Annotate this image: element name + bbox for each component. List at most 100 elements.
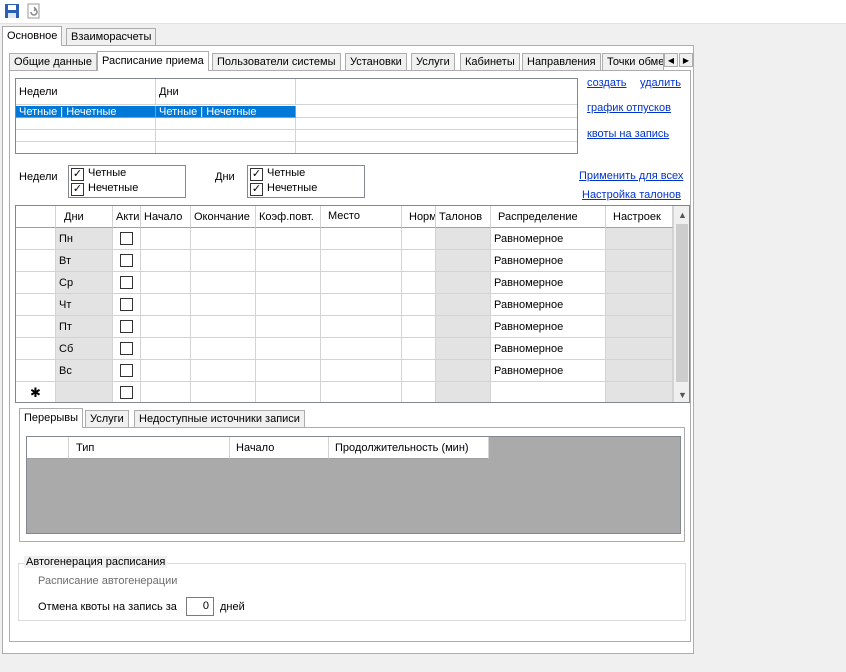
col-header-end[interactable]: Окончание xyxy=(191,206,256,228)
norm-cell[interactable] xyxy=(402,360,436,382)
end-cell[interactable] xyxy=(191,250,256,272)
weeks-odd-checkbox[interactable]: ✓ xyxy=(71,183,84,196)
quota-cancel-input[interactable]: 0 xyxy=(186,597,214,616)
start-cell[interactable] xyxy=(141,228,191,250)
new-row-day-cell[interactable] xyxy=(56,382,113,402)
start-cell[interactable] xyxy=(141,360,191,382)
active-checkbox[interactable] xyxy=(120,232,133,245)
tab-unavailable-sources[interactable]: Недоступные источники записи xyxy=(134,410,305,428)
new-row-active-checkbox[interactable] xyxy=(120,386,133,399)
ticket-settings-link[interactable]: Настройка талонов xyxy=(582,189,681,201)
breaks-col-type[interactable]: Тип xyxy=(69,437,230,459)
refresh-icon[interactable] xyxy=(26,3,44,21)
norm-cell[interactable] xyxy=(402,228,436,250)
distribution-cell[interactable]: Равномерное xyxy=(491,272,606,294)
active-cell[interactable] xyxy=(113,272,141,294)
place-cell[interactable] xyxy=(321,250,402,272)
col-header-days[interactable]: Дни xyxy=(156,79,296,105)
active-checkbox[interactable] xyxy=(120,254,133,267)
day-cell[interactable]: Чт xyxy=(56,294,113,316)
vacation-schedule-link[interactable]: график отпусков xyxy=(587,102,671,114)
col-header-norm[interactable]: Норм xyxy=(402,206,436,228)
scroll-down-icon[interactable]: ▼ xyxy=(674,386,689,402)
repeat-coef-cell[interactable] xyxy=(256,294,321,316)
place-cell[interactable] xyxy=(321,316,402,338)
row-weeks-value[interactable]: Четные | Нечетные xyxy=(16,106,156,118)
tab-scroll-right-icon[interactable]: ▶ xyxy=(679,53,693,67)
norm-cell[interactable] xyxy=(402,294,436,316)
tab-scroll-left-icon[interactable]: ◀ xyxy=(664,53,678,67)
tab-general-data[interactable]: Общие данные xyxy=(9,53,97,71)
save-icon[interactable] xyxy=(4,3,22,21)
schedule-scrollbar[interactable]: ▲ ▼ xyxy=(673,206,689,402)
row-header-cell[interactable] xyxy=(16,338,56,360)
breaks-col-duration[interactable]: Продолжительность (мин) xyxy=(329,437,489,459)
start-cell[interactable] xyxy=(141,294,191,316)
col-header-days[interactable]: Дни xyxy=(56,206,113,228)
new-row-cell[interactable] xyxy=(141,382,191,402)
start-cell[interactable] xyxy=(141,272,191,294)
new-row-cell[interactable] xyxy=(402,382,436,402)
start-cell[interactable] xyxy=(141,250,191,272)
day-cell[interactable]: Ср xyxy=(56,272,113,294)
col-header-weeks[interactable]: Недели xyxy=(16,79,156,105)
days-even-checkbox[interactable]: ✓ xyxy=(250,168,263,181)
place-cell[interactable] xyxy=(321,228,402,250)
active-cell[interactable] xyxy=(113,338,141,360)
row-header-cell[interactable] xyxy=(16,316,56,338)
active-checkbox[interactable] xyxy=(120,364,133,377)
active-cell[interactable] xyxy=(113,316,141,338)
day-cell[interactable]: Вс xyxy=(56,360,113,382)
row-header-cell[interactable] xyxy=(16,250,56,272)
place-cell[interactable] xyxy=(321,338,402,360)
weeks-even-checkbox[interactable]: ✓ xyxy=(71,168,84,181)
end-cell[interactable] xyxy=(191,316,256,338)
row-header-cell[interactable] xyxy=(16,228,56,250)
norm-cell[interactable] xyxy=(402,316,436,338)
active-checkbox[interactable] xyxy=(120,320,133,333)
end-cell[interactable] xyxy=(191,338,256,360)
end-cell[interactable] xyxy=(191,272,256,294)
new-row-cell[interactable] xyxy=(491,382,606,402)
row-days-value[interactable]: Четные | Нечетные xyxy=(156,106,296,118)
distribution-cell[interactable]: Равномерное xyxy=(491,338,606,360)
repeat-coef-cell[interactable] xyxy=(256,316,321,338)
active-cell[interactable] xyxy=(113,294,141,316)
breaks-col-start[interactable]: Начало xyxy=(230,437,329,459)
create-link[interactable]: создать xyxy=(587,77,626,89)
col-header-tickets[interactable]: Талонов xyxy=(436,206,491,228)
new-row-cell[interactable] xyxy=(256,382,321,402)
delete-link[interactable]: удалить xyxy=(640,77,681,89)
col-header-settings[interactable]: Настроек xyxy=(606,206,673,228)
repeat-coef-cell[interactable] xyxy=(256,250,321,272)
end-cell[interactable] xyxy=(191,294,256,316)
new-row-cell[interactable] xyxy=(191,382,256,402)
distribution-cell[interactable]: Равномерное xyxy=(491,316,606,338)
tab-directions[interactable]: Направления xyxy=(522,53,601,71)
distribution-cell[interactable]: Равномерное xyxy=(491,360,606,382)
col-header-place[interactable]: Место xyxy=(321,206,402,228)
active-cell[interactable] xyxy=(113,360,141,382)
place-cell[interactable] xyxy=(321,272,402,294)
row-header-cell[interactable] xyxy=(16,360,56,382)
distribution-cell[interactable]: Равномерное xyxy=(491,250,606,272)
active-cell[interactable] xyxy=(113,228,141,250)
tab-schedule[interactable]: Расписание приема xyxy=(97,51,209,71)
days-odd-checkbox[interactable]: ✓ xyxy=(250,183,263,196)
tab-bottom-services[interactable]: Услуги xyxy=(85,410,129,428)
place-cell[interactable] xyxy=(321,360,402,382)
tab-settings[interactable]: Установки xyxy=(345,53,407,71)
tab-services[interactable]: Услуги xyxy=(411,53,455,71)
day-cell[interactable]: Сб xyxy=(56,338,113,360)
new-row-active-cell[interactable] xyxy=(113,382,141,402)
tab-system-users[interactable]: Пользователи системы xyxy=(212,53,341,71)
scroll-thumb[interactable] xyxy=(676,224,688,382)
active-checkbox[interactable] xyxy=(120,342,133,355)
active-cell[interactable] xyxy=(113,250,141,272)
repeat-coef-cell[interactable] xyxy=(256,228,321,250)
tab-breaks[interactable]: Перерывы xyxy=(19,408,84,428)
start-cell[interactable] xyxy=(141,338,191,360)
tab-exchange-points[interactable]: Точки обме xyxy=(602,53,664,71)
col-header-distribution[interactable]: Распределение xyxy=(491,206,606,228)
norm-cell[interactable] xyxy=(402,250,436,272)
